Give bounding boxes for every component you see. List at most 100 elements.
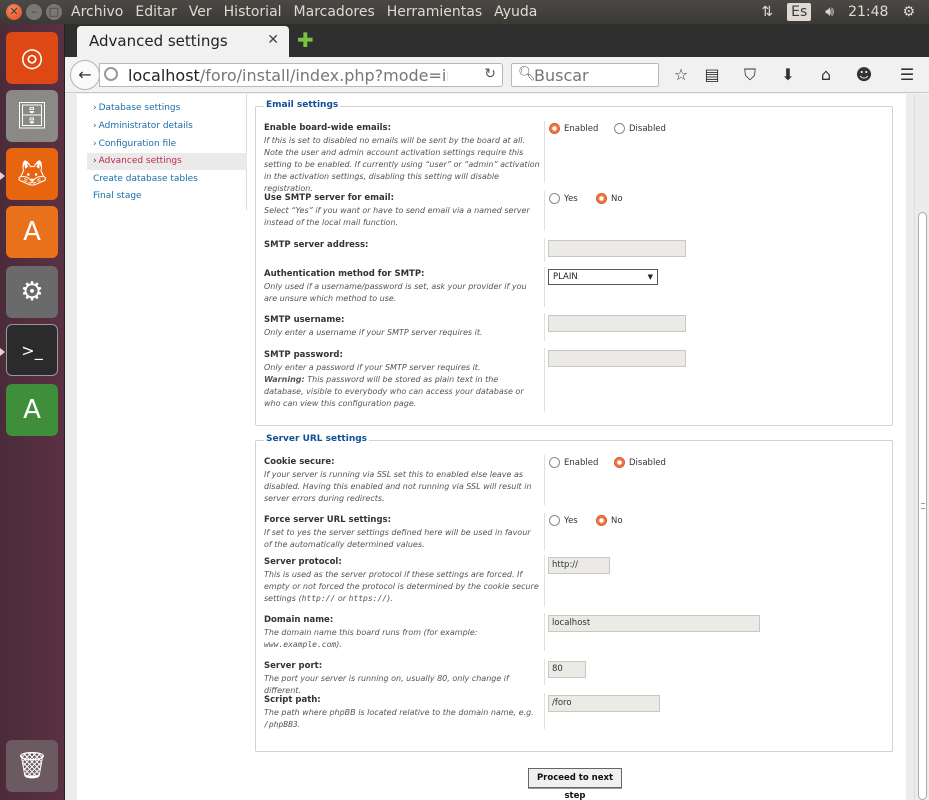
maximize-icon: □ xyxy=(48,5,60,18)
install-panel: › Database settings › Administrator detail… xyxy=(77,94,906,800)
files-icon[interactable]: 🗄︎ xyxy=(6,90,58,142)
smtp-pass-desc: Only enter a password if your SMTP serve… xyxy=(264,362,540,410)
board-emails-enabled-radio[interactable] xyxy=(549,123,560,134)
sidebar-item-label: Administrator details xyxy=(98,121,193,131)
smtp-no-radio[interactable] xyxy=(596,193,607,204)
clock[interactable]: 21:48 xyxy=(848,4,888,20)
cookie-secure-label: Cookie secure: xyxy=(264,457,335,467)
url-text[interactable]: localhost/foro/install/index.php?mode=in… xyxy=(128,66,448,85)
menu-historial[interactable]: Historial xyxy=(224,3,282,21)
scrollbar-thumb[interactable] xyxy=(918,212,927,800)
bullet-icon: › xyxy=(93,156,97,166)
close-icon: ✕ xyxy=(9,5,19,18)
back-button[interactable]: ← xyxy=(70,60,100,90)
menu-editar[interactable]: Editar xyxy=(135,3,176,21)
row-divider xyxy=(544,659,545,685)
search-bar[interactable]: 🔍︎ xyxy=(511,63,659,87)
grip-icon xyxy=(921,503,925,509)
smtp-pass-warning-label: Warning: xyxy=(264,375,305,384)
email-settings-fieldset: Email settings Enable board-wide emails:… xyxy=(255,100,893,426)
reload-icon[interactable]: ↻ xyxy=(484,66,496,82)
downloads-icon[interactable]: ⬇ xyxy=(778,65,798,85)
domain-label: Domain name: xyxy=(264,615,334,625)
reading-list-icon[interactable]: ▤ xyxy=(702,65,722,85)
trash-icon[interactable]: 🗑︎ xyxy=(6,740,58,792)
menubar: Archivo Editar Ver Historial Marcadores … xyxy=(71,3,549,21)
smtp-no-label: No xyxy=(611,194,623,204)
row-divider xyxy=(544,455,545,505)
smtp-auth-value: PLAIN xyxy=(553,272,578,282)
keyboard-layout-indicator[interactable]: Es xyxy=(787,3,812,21)
site-info-icon[interactable] xyxy=(104,67,118,81)
menu-icon[interactable]: ☰ xyxy=(897,65,917,85)
row-divider xyxy=(544,313,545,341)
bookmark-star-icon[interactable]: ☆ xyxy=(671,65,691,85)
force-url-yes-radio[interactable] xyxy=(549,515,560,526)
menu-archivo[interactable]: Archivo xyxy=(71,3,123,21)
search-input[interactable] xyxy=(534,66,654,85)
script-path-end: . xyxy=(297,720,301,729)
terminal-icon[interactable]: >_ xyxy=(6,324,58,376)
cookie-secure-disabled-radio[interactable] xyxy=(614,457,625,468)
script-path-row: Script path: The path where phpBB is loc… xyxy=(264,693,884,731)
window-close-button[interactable]: ✕ xyxy=(6,4,22,20)
home-icon[interactable]: ⌂ xyxy=(816,65,836,85)
smtp-pass-input[interactable] xyxy=(548,350,686,367)
smtp-auth-select[interactable]: PLAIN ▼ xyxy=(548,269,658,285)
menu-ayuda[interactable]: Ayuda xyxy=(494,3,537,21)
row-divider xyxy=(544,348,545,412)
protocol-input[interactable]: http:// xyxy=(548,557,610,574)
server-url-legend: Server URL settings xyxy=(264,434,370,444)
domain-end: ). xyxy=(336,640,342,649)
server-url-fieldset: Server URL settings Cookie secure: If yo… xyxy=(255,434,893,752)
tab-advanced-settings[interactable]: Advanced settings ✕ xyxy=(77,26,289,57)
page-scrollbar[interactable] xyxy=(914,94,929,800)
menu-marcadores[interactable]: Marcadores xyxy=(294,3,375,21)
smtp-yes-radio[interactable] xyxy=(549,193,560,204)
sidebar-item-config[interactable]: › Configuration file xyxy=(87,136,247,153)
port-input[interactable]: 80 xyxy=(548,661,586,678)
new-tab-icon[interactable]: ✚ xyxy=(297,28,314,52)
script-path-input[interactable]: /foro xyxy=(548,695,660,712)
cookie-secure-disabled-label: Disabled xyxy=(629,458,666,468)
sidebar-item-create-tables[interactable]: Create database tables xyxy=(87,171,247,188)
close-icon[interactable]: ✕ xyxy=(267,32,279,48)
sidebar-item-advanced[interactable]: › Advanced settings xyxy=(87,153,247,170)
running-indicator xyxy=(0,172,5,180)
hello-icon[interactable]: ☻ xyxy=(854,65,874,85)
board-emails-row: Enable board-wide emails: If this is set… xyxy=(264,121,884,193)
sidebar-item-admin[interactable]: › Administrator details xyxy=(87,118,247,135)
cookie-secure-enabled-radio[interactable] xyxy=(549,457,560,468)
protocol-desc: This is used as the server protocol if t… xyxy=(264,570,539,603)
software-updater-icon[interactable]: A xyxy=(6,384,58,436)
domain-desc: The domain name this board runs from (fo… xyxy=(264,627,540,651)
window-minimize-button[interactable]: – xyxy=(26,4,42,20)
smtp-address-input[interactable] xyxy=(548,240,686,257)
row-divider xyxy=(544,121,545,183)
smtp-yes-label: Yes xyxy=(564,194,578,204)
gear-icon[interactable]: ⚙ xyxy=(902,4,915,20)
sidebar-item-final[interactable]: Final stage xyxy=(87,188,247,205)
protocol-code-https: https:// xyxy=(348,594,388,603)
firefox-icon[interactable]: 🦊︎ xyxy=(6,148,58,200)
ubuntu-dash-icon[interactable]: ◎ xyxy=(6,32,58,84)
sidebar-item-database[interactable]: › Database settings xyxy=(87,100,247,117)
menu-herramientas[interactable]: Herramientas xyxy=(387,3,482,21)
system-settings-icon[interactable]: ⚙ xyxy=(6,266,58,318)
smtp-user-input[interactable] xyxy=(548,315,686,332)
protocol-label: Server protocol: xyxy=(264,557,342,567)
domain-input[interactable]: localhost xyxy=(548,615,760,632)
protocol-row: Server protocol: This is used as the ser… xyxy=(264,555,884,607)
url-bar[interactable]: localhost/foro/install/index.php?mode=in… xyxy=(99,63,503,87)
network-icon[interactable]: ⇅ xyxy=(761,4,773,20)
window-maximize-button[interactable]: □ xyxy=(46,4,62,20)
proceed-button[interactable]: Proceed to next step xyxy=(528,768,622,800)
force-url-no-radio[interactable] xyxy=(596,515,607,526)
pocket-icon[interactable]: ⛉ xyxy=(740,65,760,85)
volume-icon[interactable]: 🔊︎ xyxy=(825,4,834,20)
software-center-icon[interactable]: A xyxy=(6,206,58,258)
board-emails-disabled-radio[interactable] xyxy=(614,123,625,134)
protocol-code-http: http:// xyxy=(301,594,336,603)
menu-ver[interactable]: Ver xyxy=(189,3,212,21)
smtp-address-label: SMTP server address: xyxy=(264,240,369,250)
